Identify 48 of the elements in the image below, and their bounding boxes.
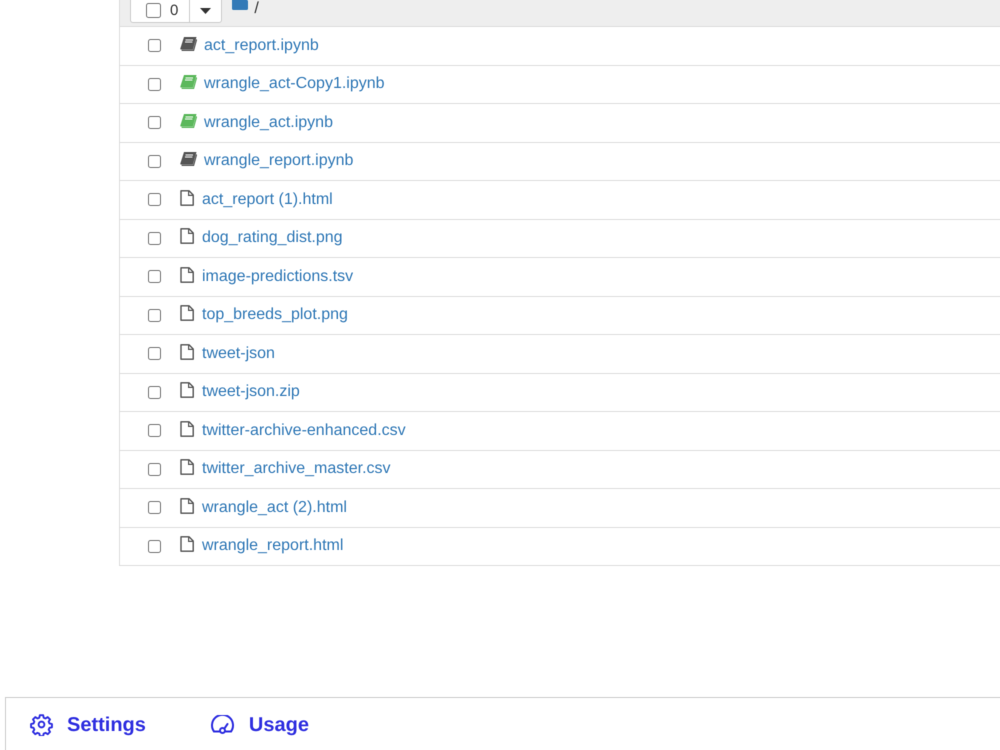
select-all-checkbox[interactable] <box>146 3 161 18</box>
file-link[interactable]: twitter-archive-enhanced.csv <box>202 418 406 443</box>
file-checkbox[interactable] <box>148 424 161 438</box>
file-icon <box>180 228 194 244</box>
footer-link[interactable]: Usage <box>248 714 309 734</box>
file-checkbox[interactable] <box>148 386 161 399</box>
file-checkbox[interactable] <box>148 462 161 476</box>
caret-icon <box>200 8 212 14</box>
folder-icon[interactable] <box>232 0 248 10</box>
file-checkbox[interactable] <box>148 308 161 322</box>
file-icon <box>180 344 194 360</box>
file-link[interactable]: wrangle_report.ipynb <box>204 149 354 174</box>
file-link[interactable]: act_report (1).html <box>202 188 333 212</box>
file-link[interactable]: tweet-json.zip <box>202 380 300 404</box>
file-icon <box>180 382 194 398</box>
file-icon <box>180 190 194 206</box>
selected-count: 0 <box>170 3 178 18</box>
gauge-icon <box>210 715 235 734</box>
file-checkbox[interactable] <box>148 540 161 553</box>
file-link[interactable]: image-predictions.tsv <box>202 264 354 289</box>
file-checkbox[interactable] <box>148 39 161 52</box>
file-checkbox[interactable] <box>148 193 161 206</box>
file-link[interactable]: twitter_archive_master.csv <box>202 457 391 482</box>
file-checkbox[interactable] <box>148 116 161 130</box>
file-link[interactable]: tweet-json <box>202 342 275 366</box>
file-checkbox[interactable] <box>148 501 161 514</box>
file-icon <box>180 305 194 322</box>
file-link[interactable]: wrangle_report.html <box>202 534 344 558</box>
file-link[interactable]: wrangle_act-Copy1.ipynb <box>204 72 385 96</box>
file-checkbox[interactable] <box>148 347 161 360</box>
file-link[interactable]: top_breeds_plot.png <box>202 303 348 328</box>
file-icon <box>180 266 194 283</box>
file-icon <box>180 498 194 514</box>
file-checkbox[interactable] <box>148 78 161 91</box>
file-icon <box>180 420 194 437</box>
select-menu-button[interactable]: 0 <box>130 0 222 23</box>
file-checkbox[interactable] <box>148 154 161 168</box>
file-link[interactable]: dog_rating_dist.png <box>202 226 343 250</box>
file-icon <box>180 536 194 552</box>
file-link[interactable]: wrangle_act (2).html <box>202 496 347 520</box>
file-checkbox[interactable] <box>148 270 161 284</box>
settings-icon <box>30 713 53 736</box>
file-checkbox[interactable] <box>148 232 161 245</box>
footer-link[interactable]: Settings <box>67 714 146 734</box>
file-link[interactable]: act_report.ipynb <box>204 34 319 58</box>
file-link[interactable]: wrangle_act.ipynb <box>204 110 333 135</box>
file-icon <box>180 459 194 476</box>
breadcrumb-link[interactable]: / <box>254 0 259 17</box>
